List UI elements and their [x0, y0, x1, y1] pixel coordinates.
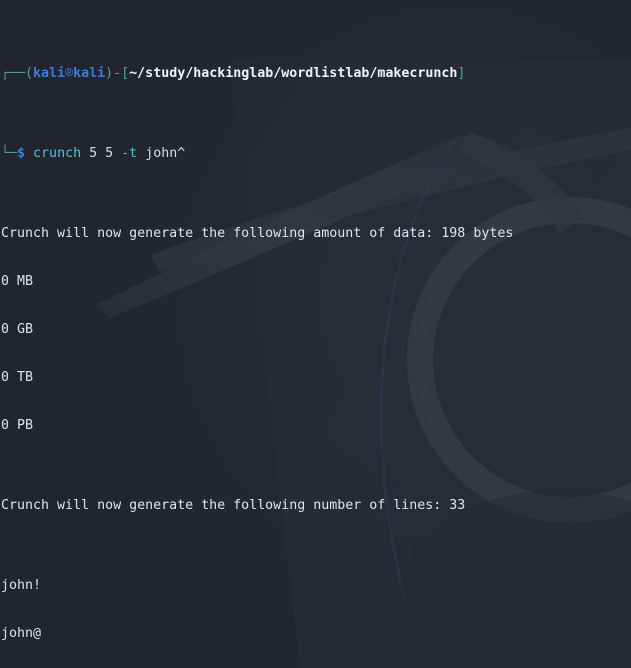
wordlist-entry: john@ — [1, 626, 42, 641]
prompt-user: kali — [33, 66, 66, 81]
terminal-window[interactable]: ┌──(kali®kali)-[~/study/hackinglab/wordl… — [0, 0, 631, 668]
prompt-frame-top: ┌── — [1, 66, 26, 81]
prompt-frame-bottom: └─ — [1, 146, 18, 161]
output-line: 0 TB — [1, 370, 34, 385]
prompt-host: kali — [73, 66, 106, 81]
command-flag: -t — [121, 146, 138, 161]
registered-icon: ® — [65, 66, 74, 81]
output-line: 0 MB — [1, 274, 34, 289]
prompt-bracket-close: ] — [457, 66, 466, 81]
output-line-count: Crunch will now generate the following n… — [1, 498, 466, 513]
command-max-length: 5 — [105, 146, 114, 161]
command-name: crunch — [33, 146, 82, 161]
prompt-line-top: ┌──(kali®kali)-[~/study/hackinglab/wordl… — [1, 66, 631, 82]
prompt-path: ~/study/hackinglab/wordlistlab/makecrunc… — [129, 66, 458, 81]
prompt-sigil: $ — [17, 146, 26, 161]
wordlist-entry: john! — [1, 578, 42, 593]
prompt-dash: - — [113, 66, 122, 81]
output-line: Crunch will now generate the following a… — [1, 226, 514, 241]
command-min-length: 5 — [89, 146, 98, 161]
prompt-bracket-open: [ — [121, 66, 130, 81]
terminal-screen: ┌──(kali®kali)-[~/study/hackinglab/wordl… — [0, 0, 631, 668]
prompt-line-command[interactable]: └─$ crunch 5 5 -t john^ — [1, 146, 631, 162]
prompt-open-paren: ( — [25, 66, 34, 81]
output-line: 0 GB — [1, 322, 34, 337]
prompt-close-paren: ) — [105, 66, 114, 81]
command-pattern: john^ — [145, 146, 186, 161]
output-line: 0 PB — [1, 418, 34, 433]
